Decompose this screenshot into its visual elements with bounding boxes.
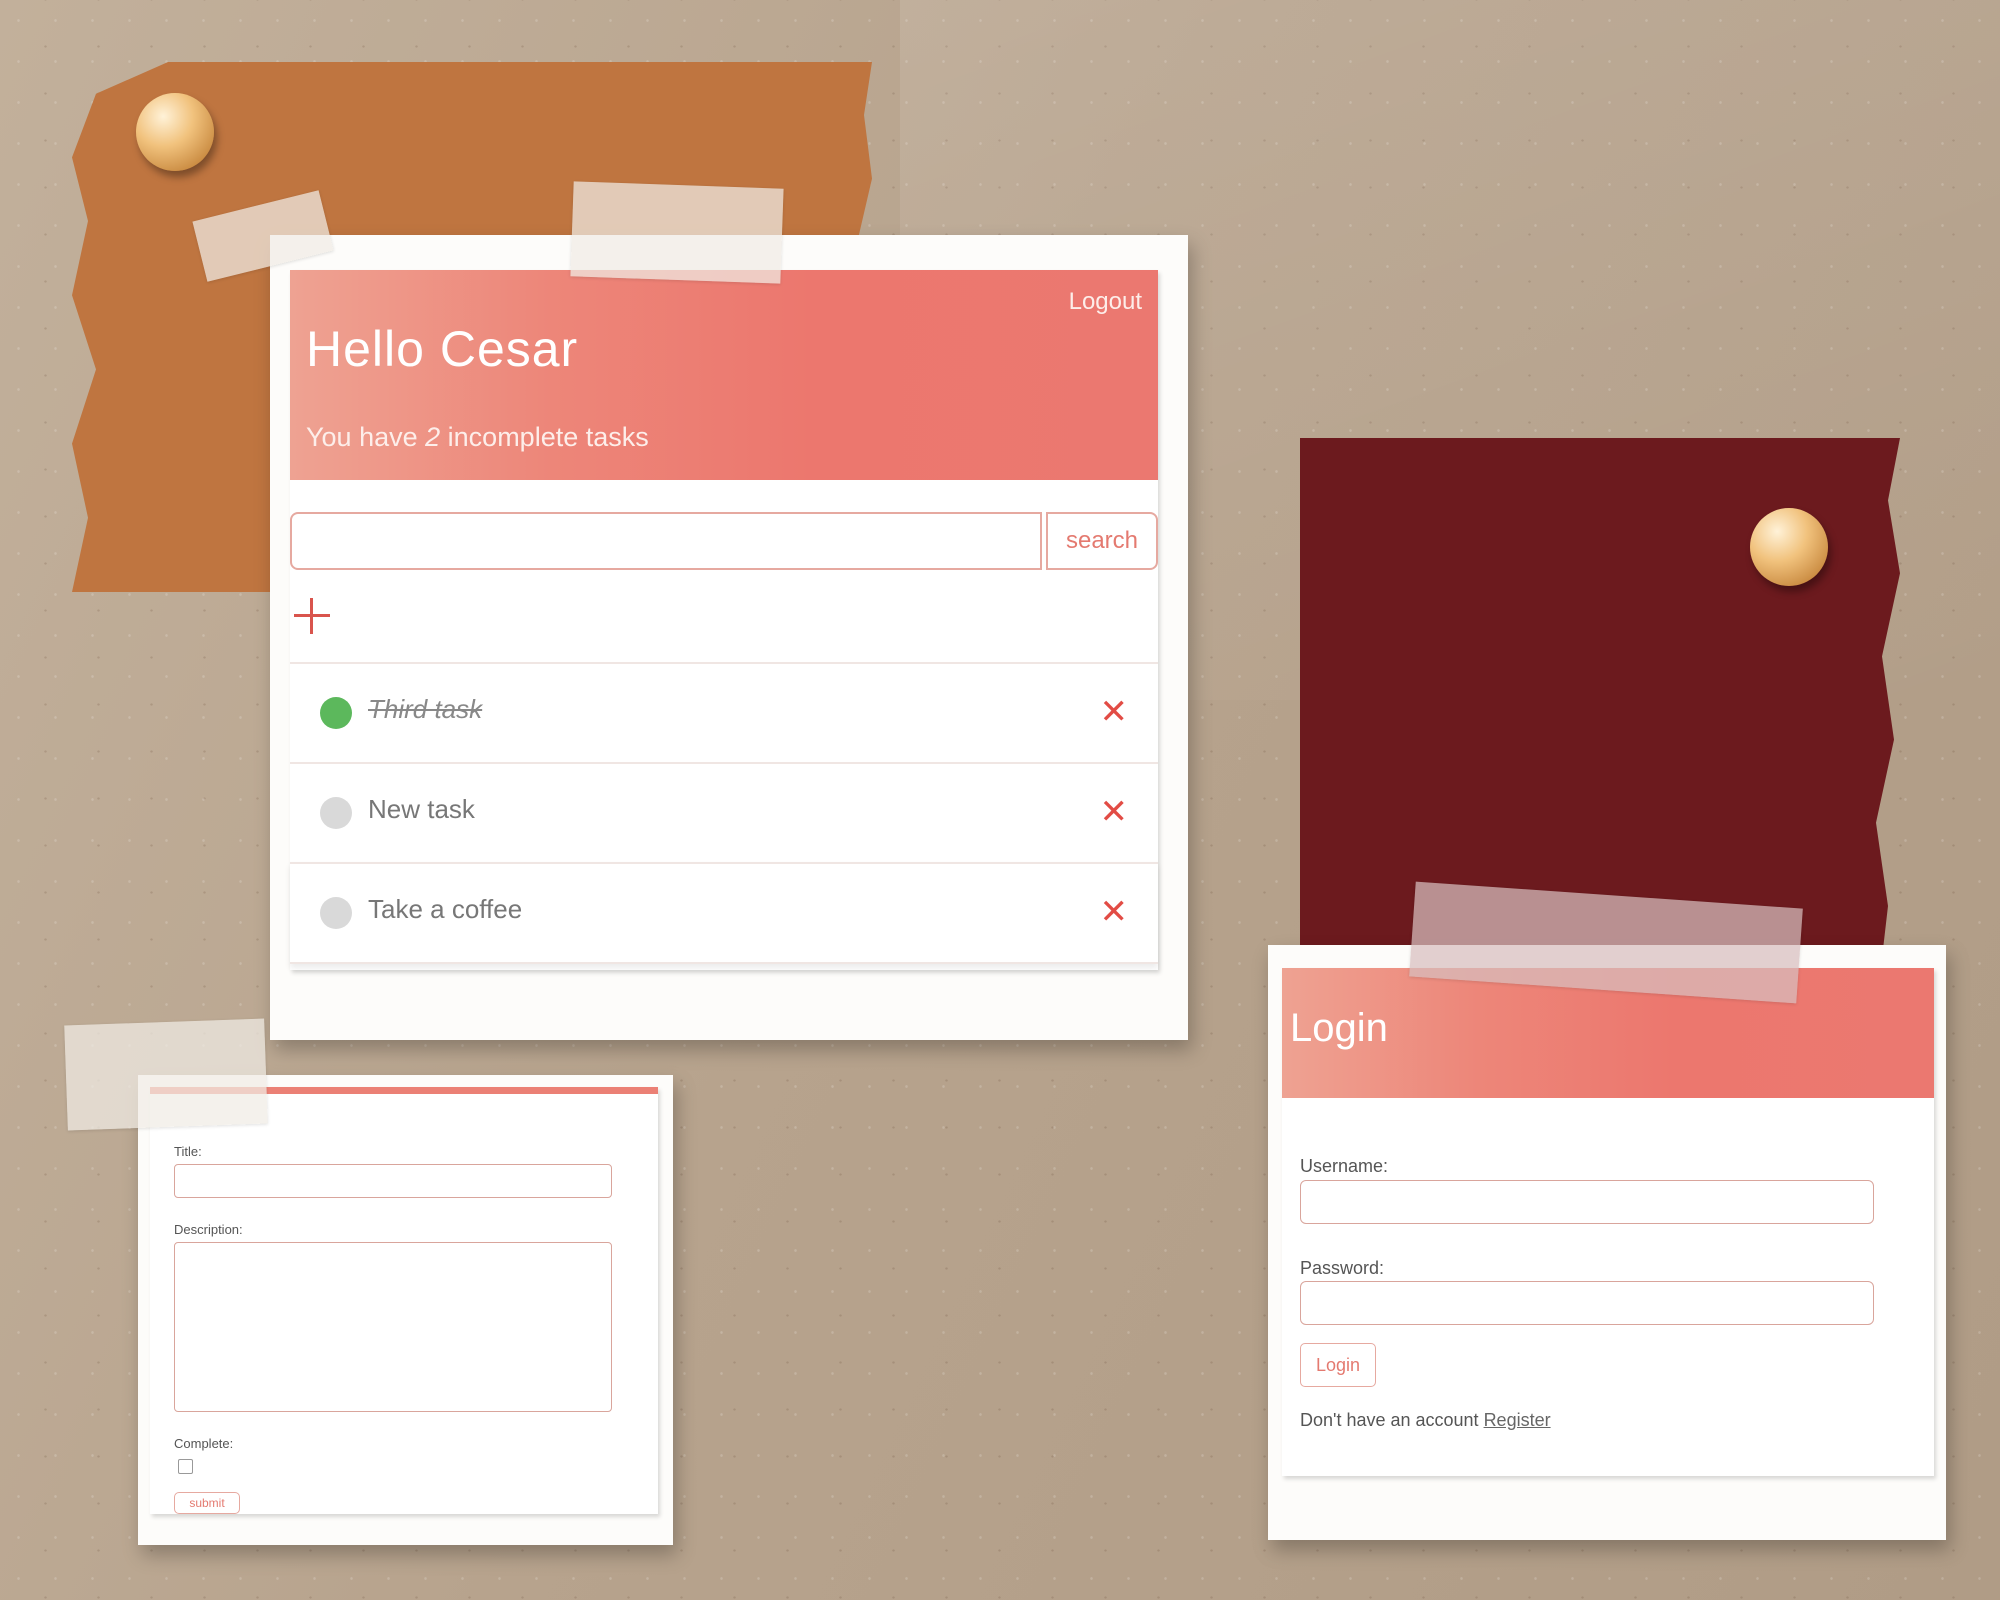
todo-app-card: Logout Hello Cesar You have 2 incomplete… [290,270,1158,970]
register-prompt-text: Don't have an account [1300,1410,1484,1430]
search-button[interactable]: search [1046,512,1158,570]
washi-tape [64,1018,268,1131]
incomplete-status-icon[interactable] [320,897,352,929]
search-bar: search [290,512,1158,572]
complete-status-icon[interactable] [320,697,352,729]
login-card: Login Username: Password: Login Don't ha… [1282,968,1934,1476]
submit-button[interactable]: submit [174,1492,240,1514]
password-input[interactable] [1300,1281,1874,1325]
search-input[interactable] [290,512,1042,570]
task-form-card: Title: Description: Complete: submit [150,1087,658,1514]
title-input[interactable] [174,1164,612,1198]
greeting-title: Hello Cesar [306,321,579,377]
washi-tape [570,181,784,284]
pushpin-icon [1750,508,1828,586]
delete-icon[interactable]: ✕ [1100,892,1129,932]
password-label: Password: [1300,1258,1385,1278]
task-title[interactable]: New task [368,794,475,825]
complete-checkbox[interactable] [178,1459,193,1474]
task-row[interactable]: Take a coffee ✕ [290,862,1158,964]
complete-label: Complete: [174,1436,234,1451]
plus-icon[interactable] [294,598,330,634]
task-title[interactable]: Third task [368,694,482,725]
todo-header: Logout Hello Cesar You have 2 incomplete… [290,270,1158,480]
task-row[interactable]: Third task ✕ [290,662,1158,762]
delete-icon[interactable]: ✕ [1100,692,1129,732]
summary-prefix: You have [306,422,426,452]
task-row[interactable]: New task ✕ [290,762,1158,862]
login-button[interactable]: Login [1300,1343,1376,1387]
incomplete-count: 2 [425,422,441,452]
logout-link[interactable]: Logout [1069,288,1142,316]
task-list: Third task ✕ New task ✕ Take a coffee ✕ [290,662,1158,964]
register-link[interactable]: Register [1484,1410,1551,1430]
description-textarea[interactable] [174,1242,612,1412]
task-title[interactable]: Take a coffee [368,894,522,925]
title-label: Title: [174,1144,202,1159]
summary-suffix: incomplete tasks [440,422,649,452]
delete-icon[interactable]: ✕ [1100,792,1129,832]
incomplete-summary: You have 2 incomplete tasks [306,422,649,453]
username-input[interactable] [1300,1180,1874,1224]
register-prompt: Don't have an account Register [1300,1410,1551,1431]
username-label: Username: [1300,1156,1389,1176]
pushpin-icon [136,93,214,171]
login-title: Login [1290,1006,1388,1050]
incomplete-status-icon[interactable] [320,797,352,829]
description-label: Description: [174,1222,243,1237]
